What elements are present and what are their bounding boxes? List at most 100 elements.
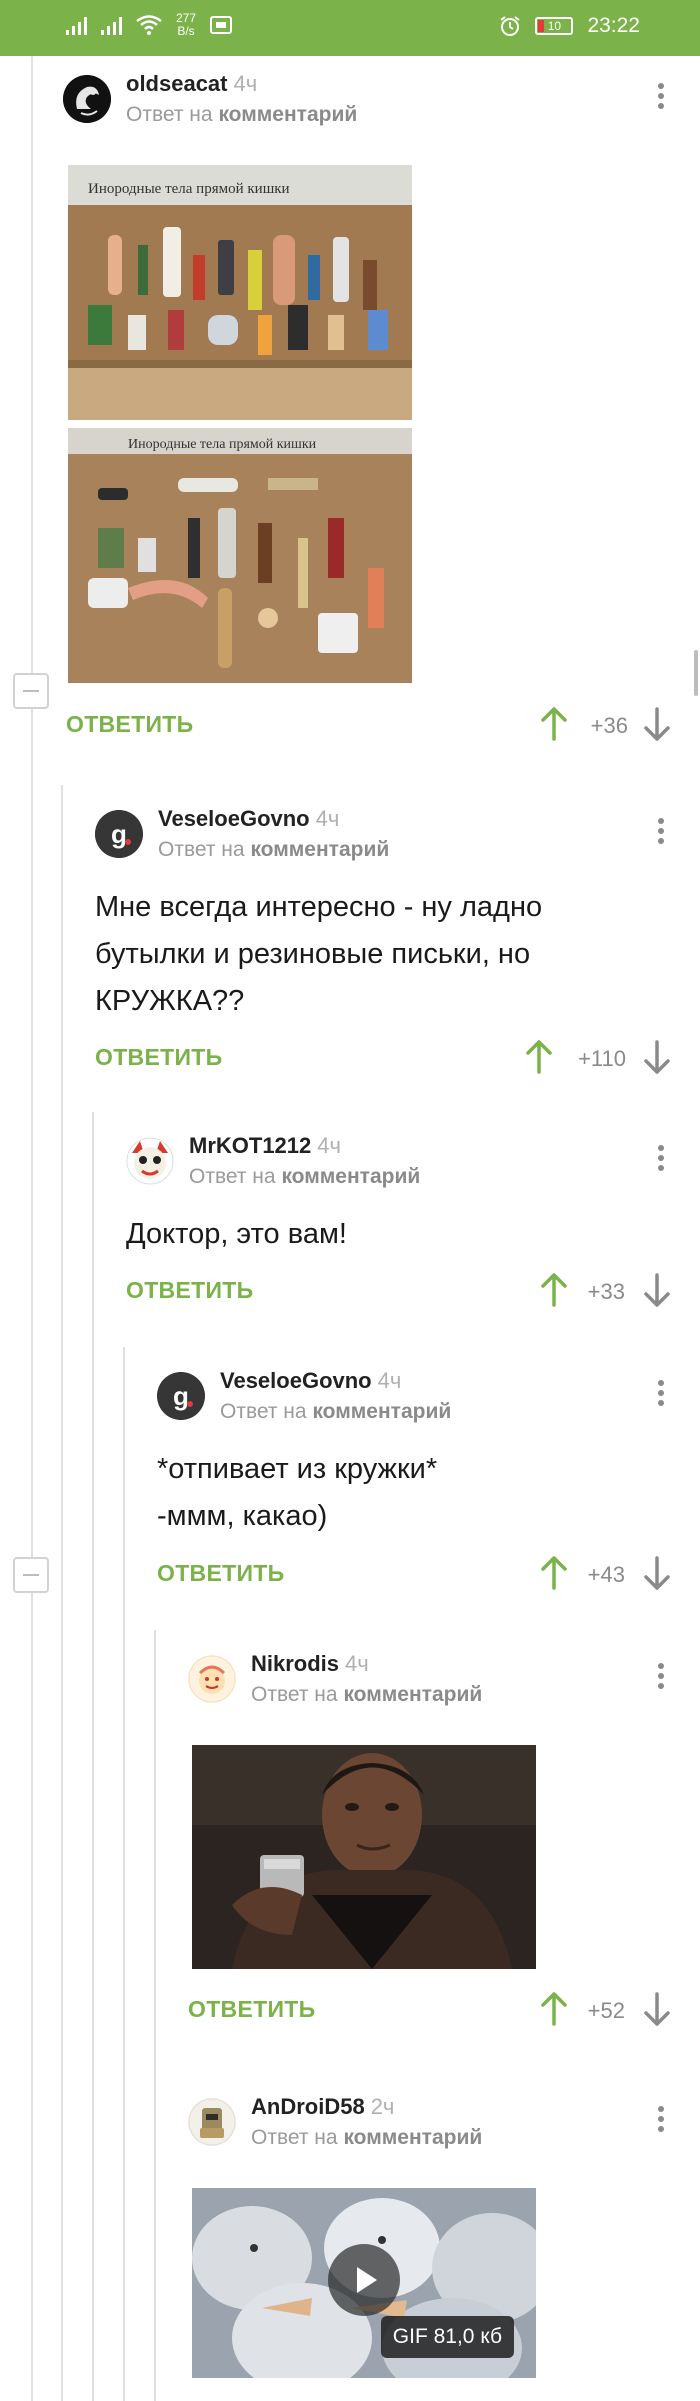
username-label[interactable]: AnDroiD58	[251, 2094, 365, 2119]
reply-to-target[interactable]: комментарий	[250, 838, 389, 861]
comment-time: 4ч	[317, 1133, 341, 1158]
username[interactable]: VeseloeGovno 4ч	[158, 806, 339, 832]
reply-to-prefix: Ответ на	[126, 103, 213, 126]
reply-to-prefix: Ответ на	[158, 838, 245, 861]
clock: 23:22	[587, 14, 640, 37]
thread-line	[61, 785, 63, 2401]
reply-to-target[interactable]: комментарий	[312, 1400, 451, 1423]
downvote-icon[interactable]	[643, 707, 671, 741]
upvote-icon[interactable]	[540, 1556, 568, 1590]
thread-line	[31, 56, 33, 2401]
upvote-icon[interactable]	[540, 1992, 568, 2026]
scrollbar[interactable]	[694, 650, 698, 696]
comment-actions: ОТВЕТИТЬ +36	[63, 703, 671, 747]
reply-button[interactable]: ОТВЕТИТЬ	[95, 1044, 222, 1071]
comment-image[interactable]	[192, 1745, 536, 1969]
downvote-icon[interactable]	[643, 1273, 671, 1307]
username[interactable]: AnDroiD58 2ч	[251, 2094, 394, 2120]
reply-button[interactable]: ОТВЕТИТЬ	[157, 1560, 284, 1587]
upvote-icon[interactable]	[525, 1040, 553, 1074]
comment-actions: ОТВЕТИТЬ +43	[157, 1552, 671, 1596]
reply-to-target[interactable]: комментарий	[343, 2126, 482, 2149]
collapse-thread-button[interactable]	[13, 673, 49, 709]
reply-button[interactable]: ОТВЕТИТЬ	[66, 711, 193, 738]
play-icon[interactable]	[328, 2244, 400, 2316]
downvote-icon[interactable]	[643, 1556, 671, 1590]
reply-to-link[interactable]: Ответ на комментарий	[251, 2126, 482, 2150]
svg-text:g: g	[111, 819, 127, 849]
avatar[interactable]: g	[157, 1372, 205, 1420]
username-label[interactable]: oldseacat	[126, 71, 228, 96]
username[interactable]: oldseacat 4ч	[126, 71, 257, 97]
gif-player[interactable]: GIF 81,0 кб	[192, 2188, 536, 2378]
avatar[interactable]	[188, 1655, 236, 1703]
signal-icon	[101, 15, 122, 35]
rating-score: +43	[587, 1562, 625, 1587]
comment-time: 4ч	[377, 1368, 402, 1393]
rating-score: +52	[587, 1998, 625, 2023]
username[interactable]: VeseloeGovno 4ч	[220, 1368, 401, 1394]
downvote-icon[interactable]	[643, 1992, 671, 2026]
rating-score: +36	[590, 713, 628, 738]
comment-actions: ОТВЕТИТЬ +52	[188, 1988, 671, 2032]
image-caption: Инородные тела прямой кишки	[88, 181, 290, 197]
downvote-icon[interactable]	[643, 1040, 671, 1074]
username[interactable]: Nikrodis 4ч	[251, 1651, 369, 1677]
avatar[interactable]	[188, 2098, 236, 2146]
reply-to-link[interactable]: Ответ на комментарий	[189, 1165, 420, 1189]
avatar[interactable]: g	[95, 810, 143, 858]
reply-to-link[interactable]: Ответ на комментарий	[158, 838, 389, 862]
foreign-bodies-photo-2: Инородные тела прямой кишки	[68, 428, 412, 683]
reply-to-target[interactable]: комментарий	[343, 1683, 482, 1706]
comment-text-line: *отпивает из кружки*	[157, 1453, 438, 1485]
more-options-icon[interactable]	[651, 1659, 671, 1693]
reply-to-link[interactable]: Ответ на комментарий	[220, 1400, 451, 1424]
comment-text-line: -ммм, какао)	[157, 1500, 328, 1532]
network-speed: 277 B/s	[176, 12, 196, 38]
rating-score: +33	[587, 1279, 625, 1304]
reply-button[interactable]: ОТВЕТИТЬ	[126, 1277, 253, 1304]
battery-level: 10	[547, 19, 562, 33]
upvote-icon[interactable]	[540, 1273, 568, 1307]
thread-line	[123, 1347, 125, 2401]
reply-to-prefix: Ответ на	[220, 1400, 307, 1423]
username-label[interactable]: VeseloeGovno	[220, 1368, 372, 1393]
upvote-icon[interactable]	[540, 707, 568, 741]
reply-to-prefix: Ответ на	[189, 1165, 276, 1188]
comment-image[interactable]: Инородные тела прямой кишки	[68, 165, 412, 420]
more-options-icon[interactable]	[651, 2102, 671, 2136]
status-right: 10 23:22	[499, 14, 640, 38]
more-options-icon[interactable]	[651, 79, 671, 113]
more-options-icon[interactable]	[651, 1141, 671, 1175]
status-left: 277 B/s	[66, 12, 233, 38]
comment-text: *отпивает из кружки* -ммм, какао)	[157, 1446, 437, 1540]
reply-to-link[interactable]: Ответ на комментарий	[251, 1683, 482, 1707]
reply-button[interactable]: ОТВЕТИТЬ	[188, 1996, 315, 2023]
thread-line	[92, 1112, 94, 2401]
comment-text: Мне всегда интересно - ну ладно бутылки …	[95, 884, 655, 1025]
comment-image[interactable]: Инородные тела прямой кишки	[68, 428, 412, 683]
more-options-icon[interactable]	[651, 1376, 671, 1410]
avatar[interactable]	[126, 1137, 174, 1185]
reply-to-target[interactable]: комментарий	[218, 103, 357, 126]
username-label[interactable]: Nikrodis	[251, 1651, 339, 1676]
username-label[interactable]: VeseloeGovno	[158, 806, 310, 831]
signal-icon	[66, 15, 87, 35]
reply-to-link[interactable]: Ответ на комментарий	[126, 103, 357, 127]
man-with-cup-photo	[192, 1745, 536, 1969]
avatar[interactable]	[63, 75, 111, 123]
more-options-icon[interactable]	[651, 814, 671, 848]
reply-to-target[interactable]: комментарий	[281, 1165, 420, 1188]
collapse-thread-button[interactable]	[13, 1557, 49, 1593]
screen-icon	[210, 16, 233, 34]
username-label[interactable]: MrKOT1212	[189, 1133, 311, 1158]
comment-text-line: бутылки и резиновые письки, но	[95, 938, 531, 970]
comment-actions: ОТВЕТИТЬ +33	[126, 1269, 671, 1313]
reply-to-prefix: Ответ на	[251, 2126, 338, 2149]
alarm-icon	[500, 16, 521, 36]
username[interactable]: MrKOT1212 4ч	[189, 1133, 341, 1159]
reply-to-prefix: Ответ на	[251, 1683, 338, 1706]
comment-text-line: Мне всегда интересно - ну ладно	[95, 891, 543, 923]
gif-size-badge: GIF 81,0 кб	[380, 2316, 514, 2358]
comment-actions: ОТВЕТИТЬ +110	[95, 1036, 671, 1080]
